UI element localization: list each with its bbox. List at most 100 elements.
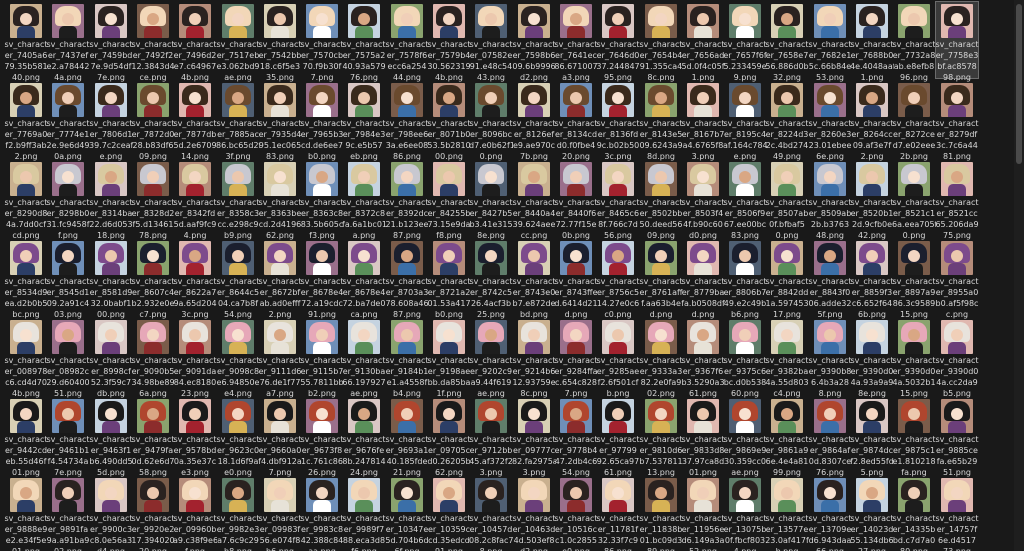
file-item[interactable]: sv_charact er_8779ba fa.b0508df d.png bbox=[681, 239, 725, 319]
file-item[interactable]: sv_charact er_8703a3 78.608a46 87.png bbox=[385, 239, 429, 319]
file-item[interactable]: sv_charact er_9390d0 4a.5032b1 15.png bbox=[892, 318, 936, 398]
file-item[interactable]: sv_charact er_9184b1 e1.a4558f b4.png bbox=[386, 318, 429, 398]
file-item[interactable]: sv_charact er_9673f8 1c.761c86 26.png bbox=[301, 397, 344, 477]
file-item[interactable]: sv_charact er_8756c5 14.27e0c6 c0.png bbox=[597, 239, 640, 319]
file-item[interactable]: sv_charact er_13577e 23.0af417fb.png bbox=[765, 476, 809, 551]
file-item[interactable]: sv_charact er_10463d 4d.503ef8d2.png bbox=[513, 476, 556, 551]
file-item[interactable]: sv_charact er_9861a9 6e.4e4a81 99.png bbox=[766, 397, 809, 477]
file-item[interactable]: sv_charact er_7517eb e3.062bd9 ae.png bbox=[216, 2, 260, 82]
file-item[interactable]: sv_charact er_9442cd eb.55d46f 01.png bbox=[5, 397, 48, 477]
file-item[interactable]: sv_charact er_8761aff f.aa63b4e d.png bbox=[640, 239, 683, 319]
file-item[interactable]: sv_charact er_9578bd 0a.35e37c e3.png bbox=[174, 397, 217, 477]
file-item[interactable]: sv_charact er_7405a6 79.35b581 40.png bbox=[4, 2, 48, 82]
file-item[interactable]: sv_charact er_8363c8 83.5b605c f3.png bbox=[301, 160, 344, 240]
file-item[interactable]: sv_charact er_9920e2 17.39402020.png bbox=[131, 476, 175, 551]
file-item[interactable]: sv_charact er_9833d8 37.97ca8d 01.png bbox=[682, 397, 725, 477]
file-item[interactable]: sv_charact er_8427b5 b3.41e315 8e.png bbox=[469, 160, 513, 240]
file-item[interactable]: sv_charact er_8503f4 4f.b90c60 d0.png bbox=[682, 160, 725, 240]
file-item[interactable]: sv_charact er_8721a2 01.53a417 b0.png bbox=[427, 239, 471, 319]
file-item[interactable]: sv_charact er_9875c1 e1.810218 fa.png bbox=[892, 397, 936, 477]
file-item[interactable]: sv_charact er_8520b1 2d.9cfb0e 42.png bbox=[851, 160, 894, 240]
file-item[interactable]: sv_charact er_7877db 5d.2e6709 14.png bbox=[173, 81, 217, 161]
file-item[interactable]: sv_charact er_09705c d0.26205b 62.png bbox=[427, 397, 471, 477]
file-item[interactable]: sv_charact er_09960b a9.c38f9e6f.png bbox=[173, 476, 217, 551]
file-item[interactable]: sv_charact er_8363be cd.2d4196 62.png bbox=[259, 160, 302, 240]
file-item[interactable]: sv_charact er_9869e9 30.359cc0 ae.png bbox=[724, 397, 767, 477]
file-item[interactable]: sv_charact er_9660a0 f4.dbf912a 7.png bbox=[258, 397, 302, 477]
file-item[interactable]: sv_charact er_7579b4 30.562319 4b.png bbox=[427, 2, 471, 82]
file-item[interactable]: sv_charact er_8581d9 32.0babf1 00.png bbox=[90, 239, 133, 319]
file-item[interactable]: sv_charact er_9900c3 c8.0e56a3d4.png bbox=[90, 476, 133, 551]
vertical-scrollbar[interactable] bbox=[1014, 0, 1024, 551]
file-item[interactable]: sv_charact er_8272ce d7.e02eee 2b.png bbox=[893, 81, 936, 161]
file-item[interactable]: sv_charact er_9989f7 88.eca3d8f6.png bbox=[343, 476, 386, 551]
file-item[interactable]: sv_charact er_8743e0 b7.e872de bd.png bbox=[513, 239, 556, 319]
file-item[interactable]: sv_charact er_9390d0 4a.cc2da9 b5.png bbox=[936, 318, 979, 398]
file-item[interactable]: sv_charact er_9983c8 42.388c84aa.png bbox=[301, 476, 344, 551]
file-item[interactable]: sv_charact er_09777c 82.fa2975a 3.png bbox=[512, 397, 556, 477]
file-item[interactable]: sv_charact er_7654b4 91.355ca4 8c.png bbox=[640, 2, 683, 82]
file-item[interactable]: sv_charact er_7578f6 ecc6a254 44.png bbox=[386, 2, 429, 82]
file-item[interactable]: sv_charact er_8521cc 65.206da9 75.png bbox=[935, 160, 979, 240]
file-item[interactable]: sv_charact er_84255b 73.15e9da f8.png bbox=[428, 160, 471, 240]
file-item[interactable]: sv_charact er_7658e7 56.886d0b 32.png bbox=[765, 2, 809, 82]
file-item[interactable]: sv_charact er_9333a3 82.2e0fa9 02.png bbox=[640, 318, 683, 398]
file-item[interactable]: sv_charact er_8465c6 8f.766c7d 56.png bbox=[597, 160, 640, 240]
file-item[interactable]: sv_charact er_10457d 08.2c8fac78.png bbox=[469, 476, 513, 551]
file-item[interactable]: sv_charact er_9091da 84.ec8180 23.png bbox=[174, 318, 217, 398]
file-item[interactable]: sv_charact er_9810d6 b7.537811 13.png bbox=[639, 397, 683, 477]
file-item[interactable]: sv_charact er_9198ae bb.da85ba 1f.png bbox=[428, 318, 471, 398]
file-item[interactable]: sv_charact er_8859f3 c6.652f64 6b.png bbox=[851, 239, 894, 319]
file-item[interactable]: sv_charact er_8298b0 31.fc9458f f.png bbox=[46, 160, 90, 240]
file-item[interactable]: sv_charact er_8372c8 fa.6a1bc01 a.png bbox=[342, 160, 386, 240]
file-item[interactable]: sv_charact er_9463f1 b6.490dd5 5d.png bbox=[89, 397, 133, 477]
file-item[interactable]: sv_charact er_7965b3 cd.de6ee7 b0.png bbox=[301, 81, 344, 161]
file-item[interactable]: sv_charact er_8672bf ab.ad0efff 2.png bbox=[259, 239, 302, 319]
file-item[interactable]: sv_charact er_8195c4 af.164c784 e.png bbox=[723, 81, 767, 161]
file-item[interactable]: sv_charact er_7542bb 18.c6f5e3 35.png bbox=[259, 2, 302, 82]
file-item[interactable]: sv_charact er_8743ffe d.6414d21 d.png bbox=[554, 239, 598, 319]
file-item[interactable]: sv_charact er_9098c8 e6.94850e e4.png bbox=[217, 318, 260, 398]
file-item[interactable]: sv_charact er_9712bb 45.af372f2 3.png bbox=[469, 397, 513, 477]
file-item[interactable]: sv_charact er_8509ab 2b.b3763 48.png bbox=[809, 160, 852, 240]
file-item[interactable]: sv_charact er_8392dc 21.b123ee 87.png bbox=[386, 160, 429, 240]
file-item[interactable]: sv_charact er_8678e4 72.ba7de0 ca.png bbox=[343, 239, 386, 319]
file-item[interactable]: sv_charact er_008978 c6.cd4d70 4b.png bbox=[5, 318, 48, 398]
file-item[interactable]: sv_charact er_9888e9 e2.e34f5e01.png bbox=[5, 476, 48, 551]
file-item[interactable]: sv_charact er_8897a9 86.3c9589 15.png bbox=[893, 239, 936, 319]
file-item[interactable]: sv_charact er_8279df 3c.7c6a44 81.png bbox=[936, 81, 979, 161]
file-item[interactable]: sv_charact er_9461b1 f4.54734a 7e.png bbox=[47, 397, 90, 477]
file-item[interactable]: sv_charact er_8224d3 2c.4bd274 49.png bbox=[766, 81, 809, 161]
file-item[interactable]: sv_charact er_8440f6 72.77f15e 0b.png bbox=[555, 160, 598, 240]
file-item[interactable]: sv_charact er_7935d4 95.1ec065 83.png bbox=[259, 81, 302, 161]
file-item[interactable]: sv_charact er_9479fa 0d.62e6d7 58.png bbox=[131, 397, 175, 477]
file-item[interactable]: sv_charact er_8134cd d0.f0fbe4 20.png bbox=[555, 81, 598, 161]
file-item[interactable]: sv_charact er_8264cc 09.af3e7f 2.png bbox=[851, 81, 894, 161]
file-item[interactable]: sv_charact er_8607c4 b2.932e0e c7.png bbox=[132, 239, 175, 319]
file-item[interactable]: sv_charact er_10516c c1.0c2855e0.png bbox=[555, 476, 598, 551]
file-item[interactable]: sv_charact er_8167b7 a4.6765f8 3.png bbox=[682, 81, 725, 161]
file-item[interactable]: sv_charact er_11956e d6.149a3a52.png bbox=[682, 476, 725, 551]
file-item[interactable]: sv_charact er_8342fd 5d.aaf9fc9 4.png bbox=[174, 160, 217, 240]
file-item[interactable]: sv_charact er_8678e4 72.a19cdc 91.png bbox=[301, 239, 344, 319]
file-item[interactable]: sv_charact er_8842dd 1a.597453 17.png bbox=[765, 239, 809, 319]
file-item[interactable]: sv_charact er_07582e 91.e48c54 43.png bbox=[470, 2, 513, 82]
file-item[interactable]: sv_charact er_14023d 55.134db627.png bbox=[850, 476, 894, 551]
file-item[interactable]: sv_charact er_7496d2 e7.c64967 4b.png bbox=[174, 2, 217, 82]
scrollbar-thumb[interactable] bbox=[1016, 4, 1022, 164]
file-item[interactable]: sv_charact er_8502bb 50.deed56 09.png bbox=[640, 160, 683, 240]
file-item[interactable]: sv_charact er_8843f0 06.adde32 5f.png bbox=[809, 239, 852, 319]
file-item[interactable]: sv_charact er_7774e1 2e.9e6d49 0a.png bbox=[47, 81, 90, 161]
file-item[interactable]: sv_charact er_798ee6 3a.e6ee08 86.png bbox=[386, 81, 429, 161]
file-item[interactable]: sv_charact er_8126ef e9.ae970c 7b.png bbox=[513, 81, 556, 161]
file-item[interactable]: sv_charact er_9285ae f2.6f501cf b.png bbox=[597, 318, 640, 398]
file-item[interactable]: sv_charact er_9693a1 40.185fde 21.png bbox=[386, 397, 429, 477]
file-item[interactable]: sv_charact er_9202c9 a9.44f619 ae.png bbox=[470, 318, 513, 398]
file-item[interactable]: sv_charact er_8136fd 9c.b02b50 3c.png bbox=[597, 81, 640, 161]
file-item[interactable]: sv_charact er_7437ef e2.a78442 4a.png bbox=[47, 2, 90, 82]
file-item[interactable]: sv_charact er_8506f9 67.ee00bc 83.png bbox=[724, 160, 767, 240]
file-item[interactable]: sv_charact er_8521c1 6a.eea705f 0.png bbox=[892, 160, 936, 240]
file-item[interactable]: sv_charact er_9778b4 47.2db4c6 54.png bbox=[555, 397, 598, 477]
file-item[interactable]: sv_charact er_9390b8 6.4b3a28 8.png bbox=[809, 318, 852, 398]
file-item[interactable]: sv_charact er_14757f 6e.d451773.png bbox=[936, 476, 979, 551]
